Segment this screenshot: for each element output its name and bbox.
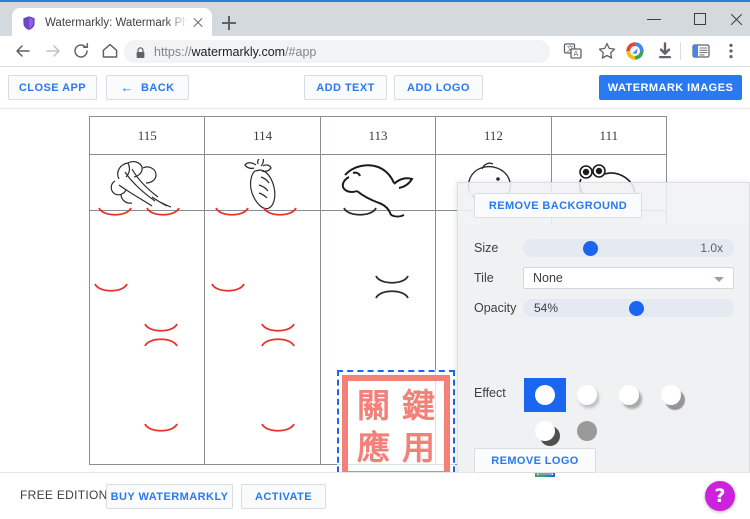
effect-none-swatch[interactable] (524, 378, 566, 412)
watermark-images-button[interactable]: WATERMARK IMAGES (599, 75, 742, 100)
tile-label: Tile (474, 267, 530, 289)
red-curve-mark (261, 423, 295, 436)
size-slider[interactable]: 1.0x (523, 239, 734, 257)
browser-tab-title: Watermarkly: Watermark Photo (45, 8, 188, 38)
effect-shadow-medium-swatch[interactable] (608, 378, 650, 412)
effect-preview-dot (619, 385, 639, 405)
sheet-header-cell: 115 (90, 117, 205, 154)
sheet-header-cell: 112 (436, 117, 551, 154)
lock-icon (135, 46, 146, 58)
app-footer: FREE EDITION BUY WATERMARKLY ACTIVATE (0, 472, 750, 519)
effect-shadow-hard-swatch[interactable] (524, 414, 566, 448)
effect-shadow-strong-swatch[interactable] (650, 378, 692, 412)
effect-grayscale-swatch[interactable] (566, 414, 608, 448)
remove-logo-button[interactable]: REMOVE LOGO (474, 448, 596, 473)
activate-button[interactable]: ACTIVATE (241, 484, 326, 509)
seal-character: 關 (351, 389, 396, 422)
size-value: 1.0x (700, 239, 723, 257)
sheet-header-cell: 114 (205, 117, 320, 154)
tile-row: Tile None (458, 267, 749, 289)
url-path: /#app (285, 45, 316, 59)
dark-curve-mark (343, 207, 377, 220)
buy-watermarkly-button[interactable]: BUY WATERMARKLY (106, 484, 233, 509)
effect-preview-dot (661, 385, 681, 405)
address-bar-url: https://watermarkly.com/#app (154, 45, 316, 59)
tile-selected-value: None (533, 271, 563, 285)
url-scheme: https:// (154, 45, 192, 59)
browser-tab[interactable]: Watermarkly: Watermark Photo (12, 8, 212, 38)
red-curve-mark (215, 207, 249, 220)
watermark-settings-panel: REMOVE BACKGROUND Size 1.0x Tile None Op… (457, 182, 750, 475)
browser-window: Watermarkly: Watermark Photo https://wat… (0, 0, 750, 519)
effect-preview-dot (577, 385, 597, 405)
sheet-header-cell: 113 (321, 117, 436, 154)
red-curve-mark (146, 207, 180, 220)
address-bar[interactable]: https://watermarkly.com/#app (124, 40, 550, 63)
add-text-button[interactable]: ADD TEXT (304, 75, 387, 100)
reload-icon[interactable] (66, 36, 96, 66)
seal-character: 鍵 (396, 389, 441, 422)
shield-icon (21, 15, 37, 31)
sheet-header-row: 115 114 113 112 111 (90, 117, 666, 155)
back-button[interactable]: ← BACK (106, 75, 189, 100)
opacity-slider-thumb[interactable] (629, 301, 644, 316)
size-slider-thumb[interactable] (583, 241, 598, 256)
close-app-button[interactable]: CLOSE APP (8, 75, 97, 100)
sheet-cell (205, 155, 320, 465)
tab-close-icon[interactable] (190, 15, 206, 31)
effect-preview-dot (577, 421, 597, 441)
opacity-slider[interactable]: 54% (523, 299, 734, 317)
window-minimize-button[interactable] (631, 2, 677, 36)
red-curve-pair-mark (261, 323, 295, 347)
chevron-down-icon (714, 277, 724, 282)
effect-label: Effect (474, 386, 506, 400)
red-curve-mark (211, 283, 245, 296)
toolbar-divider (680, 42, 681, 60)
back-button-label: BACK (141, 82, 175, 94)
three-dots-menu-icon[interactable] (718, 38, 744, 64)
opacity-label: Opacity (474, 297, 530, 319)
star-icon[interactable] (594, 38, 620, 64)
sheet-cell (90, 155, 205, 465)
question-mark-icon[interactable]: ? (705, 481, 735, 511)
size-row: Size 1.0x (458, 237, 749, 259)
extension-icon[interactable] (688, 38, 714, 64)
sheet-header-cell: 111 (552, 117, 666, 154)
url-host: watermarkly.com (192, 45, 286, 59)
red-curve-mark (263, 207, 297, 220)
effect-shadow-soft-swatch[interactable] (566, 378, 608, 412)
opacity-value: 54% (534, 299, 558, 317)
window-maximize-button[interactable] (677, 2, 723, 36)
seal-character: 用 (396, 431, 441, 464)
app-toolbar: CLOSE APP ← BACK ADD TEXT ADD LOGO WATER… (0, 67, 750, 108)
effect-preview-dot (535, 385, 555, 405)
dark-curve-pair-mark (375, 275, 409, 299)
red-curve-pair-mark (144, 323, 178, 347)
translate-icon[interactable]: 文 A (560, 38, 586, 64)
arrow-left-icon[interactable] (8, 36, 38, 66)
watermark-seal: 關 鍵 應 用 (342, 375, 450, 472)
window-close-button[interactable] (723, 2, 750, 36)
home-icon[interactable] (95, 36, 125, 66)
selected-watermark-logo[interactable]: 關 鍵 應 用 (337, 370, 455, 472)
effect-preview-dot (535, 421, 555, 441)
profile-avatar-icon[interactable] (622, 38, 648, 64)
edition-label: FREE EDITION (20, 488, 108, 502)
seal-character: 應 (351, 431, 396, 464)
add-logo-button[interactable]: ADD LOGO (394, 75, 483, 100)
size-label: Size (474, 237, 530, 259)
opacity-row: Opacity 54% (458, 297, 749, 319)
tile-select[interactable]: None (523, 267, 734, 289)
red-curve-mark (98, 207, 132, 220)
arrow-right-icon (38, 36, 68, 66)
svg-text:A: A (574, 50, 579, 58)
new-tab-button[interactable] (216, 10, 242, 36)
browser-titlebar: Watermarkly: Watermark Photo (0, 0, 750, 36)
red-curve-mark (144, 423, 178, 436)
arrow-left-icon: ← (120, 81, 133, 94)
remove-background-button[interactable]: REMOVE BACKGROUND (474, 193, 642, 218)
red-curve-mark (94, 283, 128, 296)
download-icon[interactable] (652, 38, 678, 64)
watermarkly-app: CLOSE APP ← BACK ADD TEXT ADD LOGO WATER… (0, 67, 750, 519)
